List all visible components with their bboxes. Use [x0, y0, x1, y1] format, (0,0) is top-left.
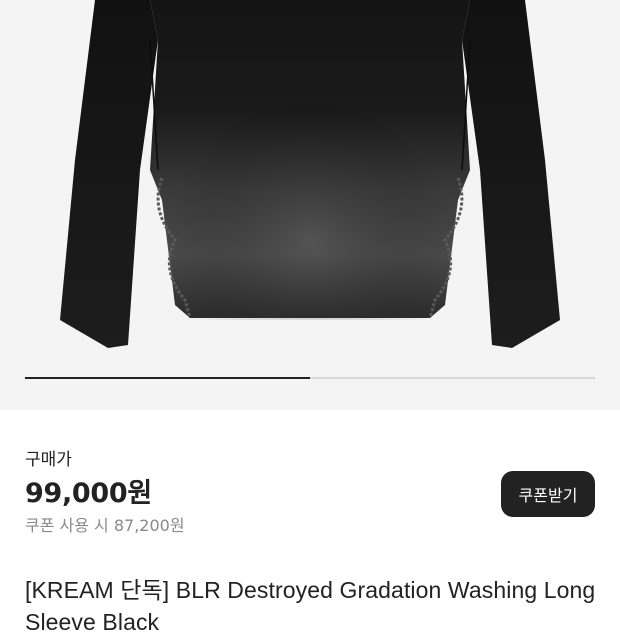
product-image-gallery[interactable] — [0, 0, 620, 410]
slide-progress-fill — [25, 377, 310, 379]
purchase-price-label: 구매가 — [25, 450, 72, 470]
product-title: [KREAM 단독] BLR Destroyed Gradation Washi… — [25, 577, 596, 635]
coupon-price: 쿠폰 사용 시 87,200원 — [25, 516, 185, 535]
get-coupon-button[interactable]: 쿠폰받기 — [501, 471, 595, 517]
purchase-price: 99,000원 — [25, 478, 152, 509]
product-image — [60, 0, 560, 348]
product-info: 구매가 99,000원 쿠폰 사용 시 87,200원 쿠폰받기 [KREAM … — [0, 410, 620, 635]
slide-progress-bar — [25, 377, 595, 379]
